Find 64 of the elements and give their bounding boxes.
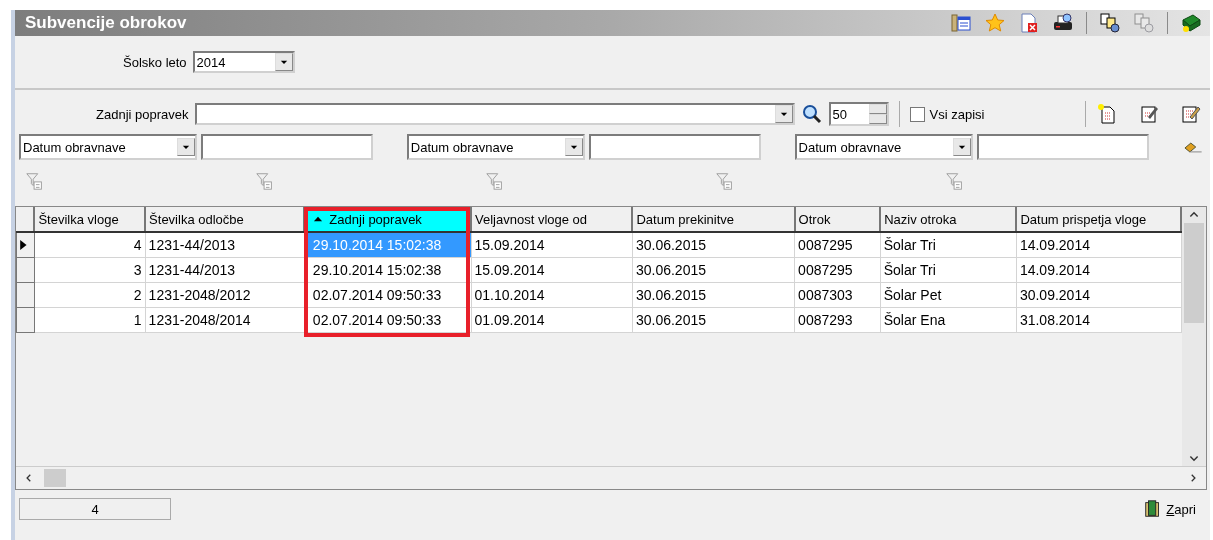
table-cell: 1231-44/2013 [145, 257, 305, 283]
close-button[interactable]: Zapri [1141, 497, 1198, 521]
filter-value-field[interactable] [976, 134, 1149, 160]
page-size-spinner[interactable]: 50 [828, 102, 889, 126]
column-header[interactable]: Otrok [794, 207, 881, 232]
search-dropdown[interactable] [194, 103, 795, 125]
window-title: Subvencije obrokov [25, 13, 188, 33]
table-cell: 0087293 [794, 307, 881, 333]
table-cell: 1 [34, 307, 146, 333]
column-header[interactable]: Naziv otroka [880, 207, 1017, 232]
column-header[interactable]: Številka vloge [34, 207, 146, 232]
columns-icon[interactable] [950, 12, 972, 34]
table-cell: 3 [34, 257, 146, 283]
table-cell: 30.06.2015 [632, 307, 795, 333]
column-header[interactable]: Številka odločbe [145, 207, 305, 232]
scrollbar-thumb[interactable] [1184, 223, 1204, 323]
table-cell: 0087303 [794, 282, 881, 308]
table-cell: 14.09.2014 [1016, 232, 1181, 258]
help-book-icon[interactable] [1180, 12, 1202, 34]
table-cell: 01.09.2014 [471, 307, 633, 333]
edit-grid-icon[interactable] [1180, 103, 1202, 125]
table-cell: 30.06.2015 [632, 232, 795, 258]
search-icon[interactable] [800, 103, 823, 125]
new-document-icon[interactable] [1096, 103, 1118, 125]
table-cell: 4 [34, 232, 146, 258]
table-cell: 31.08.2014 [1016, 307, 1181, 333]
record-count: 4 [19, 498, 171, 520]
table-cell: 14.09.2014 [1016, 257, 1181, 283]
table-cell: Šolar Tri [880, 257, 1017, 283]
filter-value-field[interactable] [588, 134, 761, 160]
table-cell: 0087295 [794, 232, 881, 258]
column-header[interactable]: Veljavnost vloge od [471, 207, 633, 232]
filter-field-dropdown[interactable]: Datum obravnave [794, 134, 973, 160]
table-cell: 2 [34, 282, 146, 308]
horizontal-scrollbar[interactable] [16, 466, 1206, 489]
table-cell: 1231-44/2013 [145, 232, 305, 258]
delete-document-icon[interactable] [1018, 12, 1040, 34]
column-header[interactable]: Datum prekinitve [632, 207, 795, 232]
star-icon[interactable] [984, 12, 1006, 34]
table-cell: 1231-2048/2014 [145, 307, 305, 333]
table-cell: 1231-2048/2012 [145, 282, 305, 308]
table-cell: 30.06.2015 [632, 257, 795, 283]
table-cell: 30.06.2015 [632, 282, 795, 308]
scrollbar-thumb[interactable] [44, 469, 66, 487]
all-records-checkbox[interactable]: Vsi zapisi [909, 106, 985, 122]
vertical-scrollbar[interactable] [1182, 207, 1206, 466]
table-cell: 30.09.2014 [1016, 282, 1181, 308]
filter-value-field[interactable] [201, 134, 373, 160]
column-header[interactable]: Datum prispetja vloge [1016, 207, 1181, 232]
edit-document-icon[interactable] [1138, 103, 1160, 125]
table-cell: Šolar Ena [880, 307, 1017, 333]
table-cell: Šolar Pet [880, 282, 1017, 308]
field-label: Šolsko leto [123, 54, 187, 70]
year-dropdown[interactable]: 2014 [192, 51, 295, 73]
row-indicator[interactable] [16, 232, 35, 258]
table-cell: 15.09.2014 [471, 232, 633, 258]
field-label: Zadnji popravek [96, 106, 189, 122]
filter-field-dropdown[interactable]: Datum obravnave [19, 134, 197, 160]
copy-database-icon[interactable] [1099, 12, 1121, 34]
table-cell: Šolar Tri [880, 232, 1017, 258]
table-cell: 15.09.2014 [471, 257, 633, 283]
filter-field-dropdown[interactable]: Datum obravnave [406, 134, 585, 160]
table-cell: 01.10.2014 [471, 282, 633, 308]
table-cell: 0087295 [794, 257, 881, 283]
